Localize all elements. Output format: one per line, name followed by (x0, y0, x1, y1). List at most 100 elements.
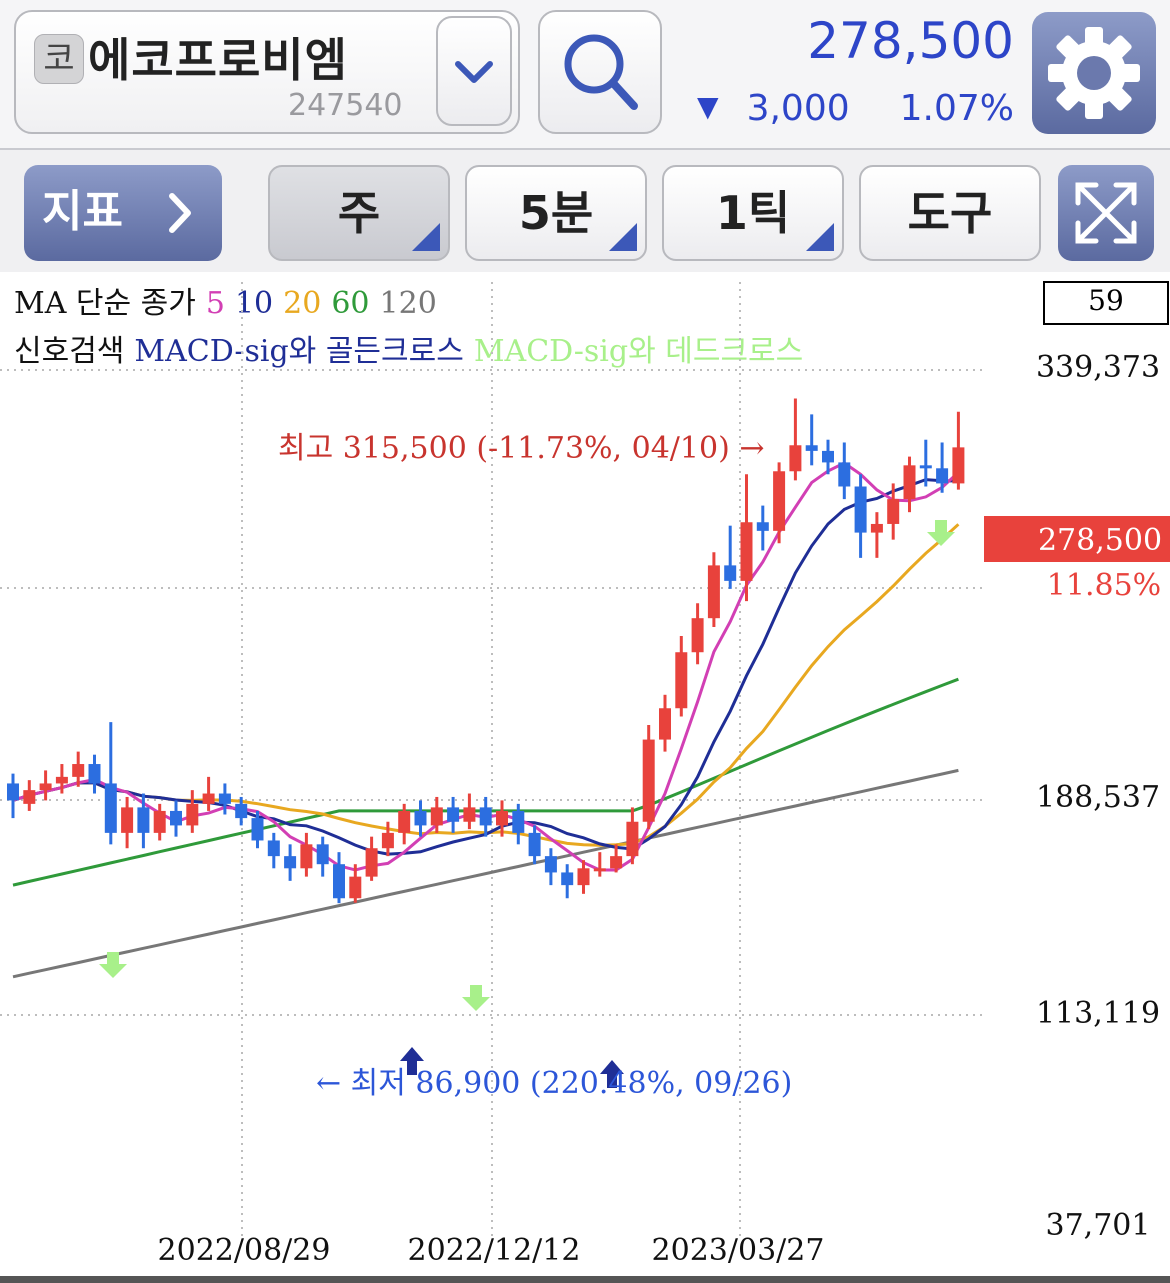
candle-body (870, 523, 883, 533)
search-button[interactable] (538, 10, 662, 134)
stock-code: 247540 (288, 88, 403, 123)
candle-body (724, 565, 737, 581)
candle-body (691, 618, 704, 653)
candle-body (919, 465, 932, 469)
dropdown-corner-icon (609, 223, 637, 251)
search-icon (564, 34, 638, 110)
change-amount: 3,000 (746, 88, 850, 129)
visible-count: 59 (1088, 284, 1124, 317)
candle-body (153, 810, 166, 833)
candle-body (267, 840, 280, 857)
expand-icon (1075, 182, 1137, 244)
candle-body (887, 499, 900, 524)
candle-body (659, 708, 671, 740)
fullscreen-button[interactable] (1058, 165, 1154, 261)
candle-body (936, 468, 949, 484)
candle-body (528, 832, 541, 857)
candle-body (496, 810, 508, 826)
candle-body (626, 821, 639, 857)
candle-body (430, 807, 443, 826)
candle-body (740, 522, 753, 581)
candle-body (251, 818, 264, 841)
tick-label: 1틱 (715, 186, 791, 240)
x-axis-tick: 2023/03/27 (652, 1233, 825, 1268)
candle-body (72, 764, 85, 777)
x-axis-tick: 2022/08/29 (158, 1233, 331, 1268)
change-percent: 1.07% (899, 88, 1014, 129)
minute-button[interactable]: 5분 (465, 165, 647, 261)
down-arrow-icon: ▼ (697, 90, 719, 123)
y-axis-tick: 113,119 (1036, 996, 1160, 1031)
settings-button[interactable] (1032, 12, 1156, 134)
candlestick-chart[interactable]: 339,373 188,537 113,119 37,701 2022/08/29 202… (0, 272, 1170, 1283)
minute-label: 5분 (518, 186, 594, 240)
signal-markers (99, 520, 955, 1088)
candle-body (381, 832, 394, 849)
candle-body (642, 739, 655, 822)
candle-body (773, 471, 786, 531)
indicator-button[interactable]: 지표 (24, 165, 222, 261)
tools-button[interactable]: 도구 (859, 165, 1041, 261)
candle-body (300, 844, 313, 869)
candle-body (218, 793, 231, 804)
low-annotation: ← 최저 86,900 (220.48%, 09/26) (316, 1066, 792, 1101)
candle-body (170, 810, 182, 826)
candle-body (512, 810, 525, 833)
candle-body (479, 807, 492, 826)
candle-body (316, 844, 329, 865)
candle-body (349, 876, 362, 899)
candle-body (577, 868, 590, 886)
candle-body (55, 776, 68, 784)
high-annotation: 최고 315,500 (-11.73%, 04/10) → (278, 431, 764, 466)
candle-body (39, 783, 52, 791)
current-price: 278,500 (807, 12, 1014, 70)
x-axis-tick: 2022/12/12 (408, 1233, 581, 1268)
candle-body (805, 445, 818, 451)
candle-body (854, 486, 867, 533)
stock-name: 에코프로비엠 (88, 33, 348, 87)
chevron-right-icon (169, 193, 191, 233)
candle-body (414, 810, 427, 826)
ma60-line (12, 677, 959, 887)
dead-cross-marker (927, 520, 955, 546)
candle-body (202, 793, 215, 804)
period-label: 주 (337, 186, 381, 240)
dropdown-corner-icon (412, 223, 440, 251)
candle-body (104, 783, 117, 833)
candle-body (235, 803, 248, 819)
header-bar: 코 에코프로비엠 247540 278,500 ▼ 3,000 1.07% (0, 0, 1170, 150)
candle-body (7, 783, 19, 801)
bottom-divider (0, 1276, 1170, 1283)
period-week-button[interactable]: 주 (268, 165, 450, 261)
gear-icon (1048, 27, 1140, 119)
candle-body (88, 764, 101, 784)
candle-body (121, 807, 134, 833)
current-price-label: 278,500 (1038, 523, 1162, 558)
candle-body (675, 652, 688, 709)
tools-label: 도구 (907, 186, 993, 240)
candle-body (561, 872, 574, 886)
price-change: ▼ 3,000 1.07% (697, 88, 1014, 129)
y-axis-tick: 37,701 (1046, 1208, 1151, 1243)
stock-dropdown-button[interactable] (436, 16, 512, 126)
candle-body (544, 856, 557, 873)
candle-body (789, 445, 802, 472)
candle-body (952, 447, 965, 484)
candle-body (707, 565, 720, 619)
candle-body (284, 856, 297, 869)
candle-body (23, 790, 36, 804)
chevron-down-icon (455, 61, 493, 83)
candle-body (447, 807, 460, 822)
current-pct-label: 11.85% (1047, 568, 1161, 603)
market-badge: 코 (34, 34, 84, 84)
indicator-label: 지표 (42, 186, 123, 237)
candle-body (186, 803, 199, 826)
candle-body (593, 868, 606, 872)
candle-body (398, 810, 411, 833)
candle-body (333, 864, 345, 899)
tick-button[interactable]: 1틱 (662, 165, 844, 261)
candle-body (822, 450, 834, 463)
y-axis-tick: 339,373 (1036, 350, 1160, 385)
candle-body (137, 807, 150, 833)
candle-body (903, 465, 916, 500)
